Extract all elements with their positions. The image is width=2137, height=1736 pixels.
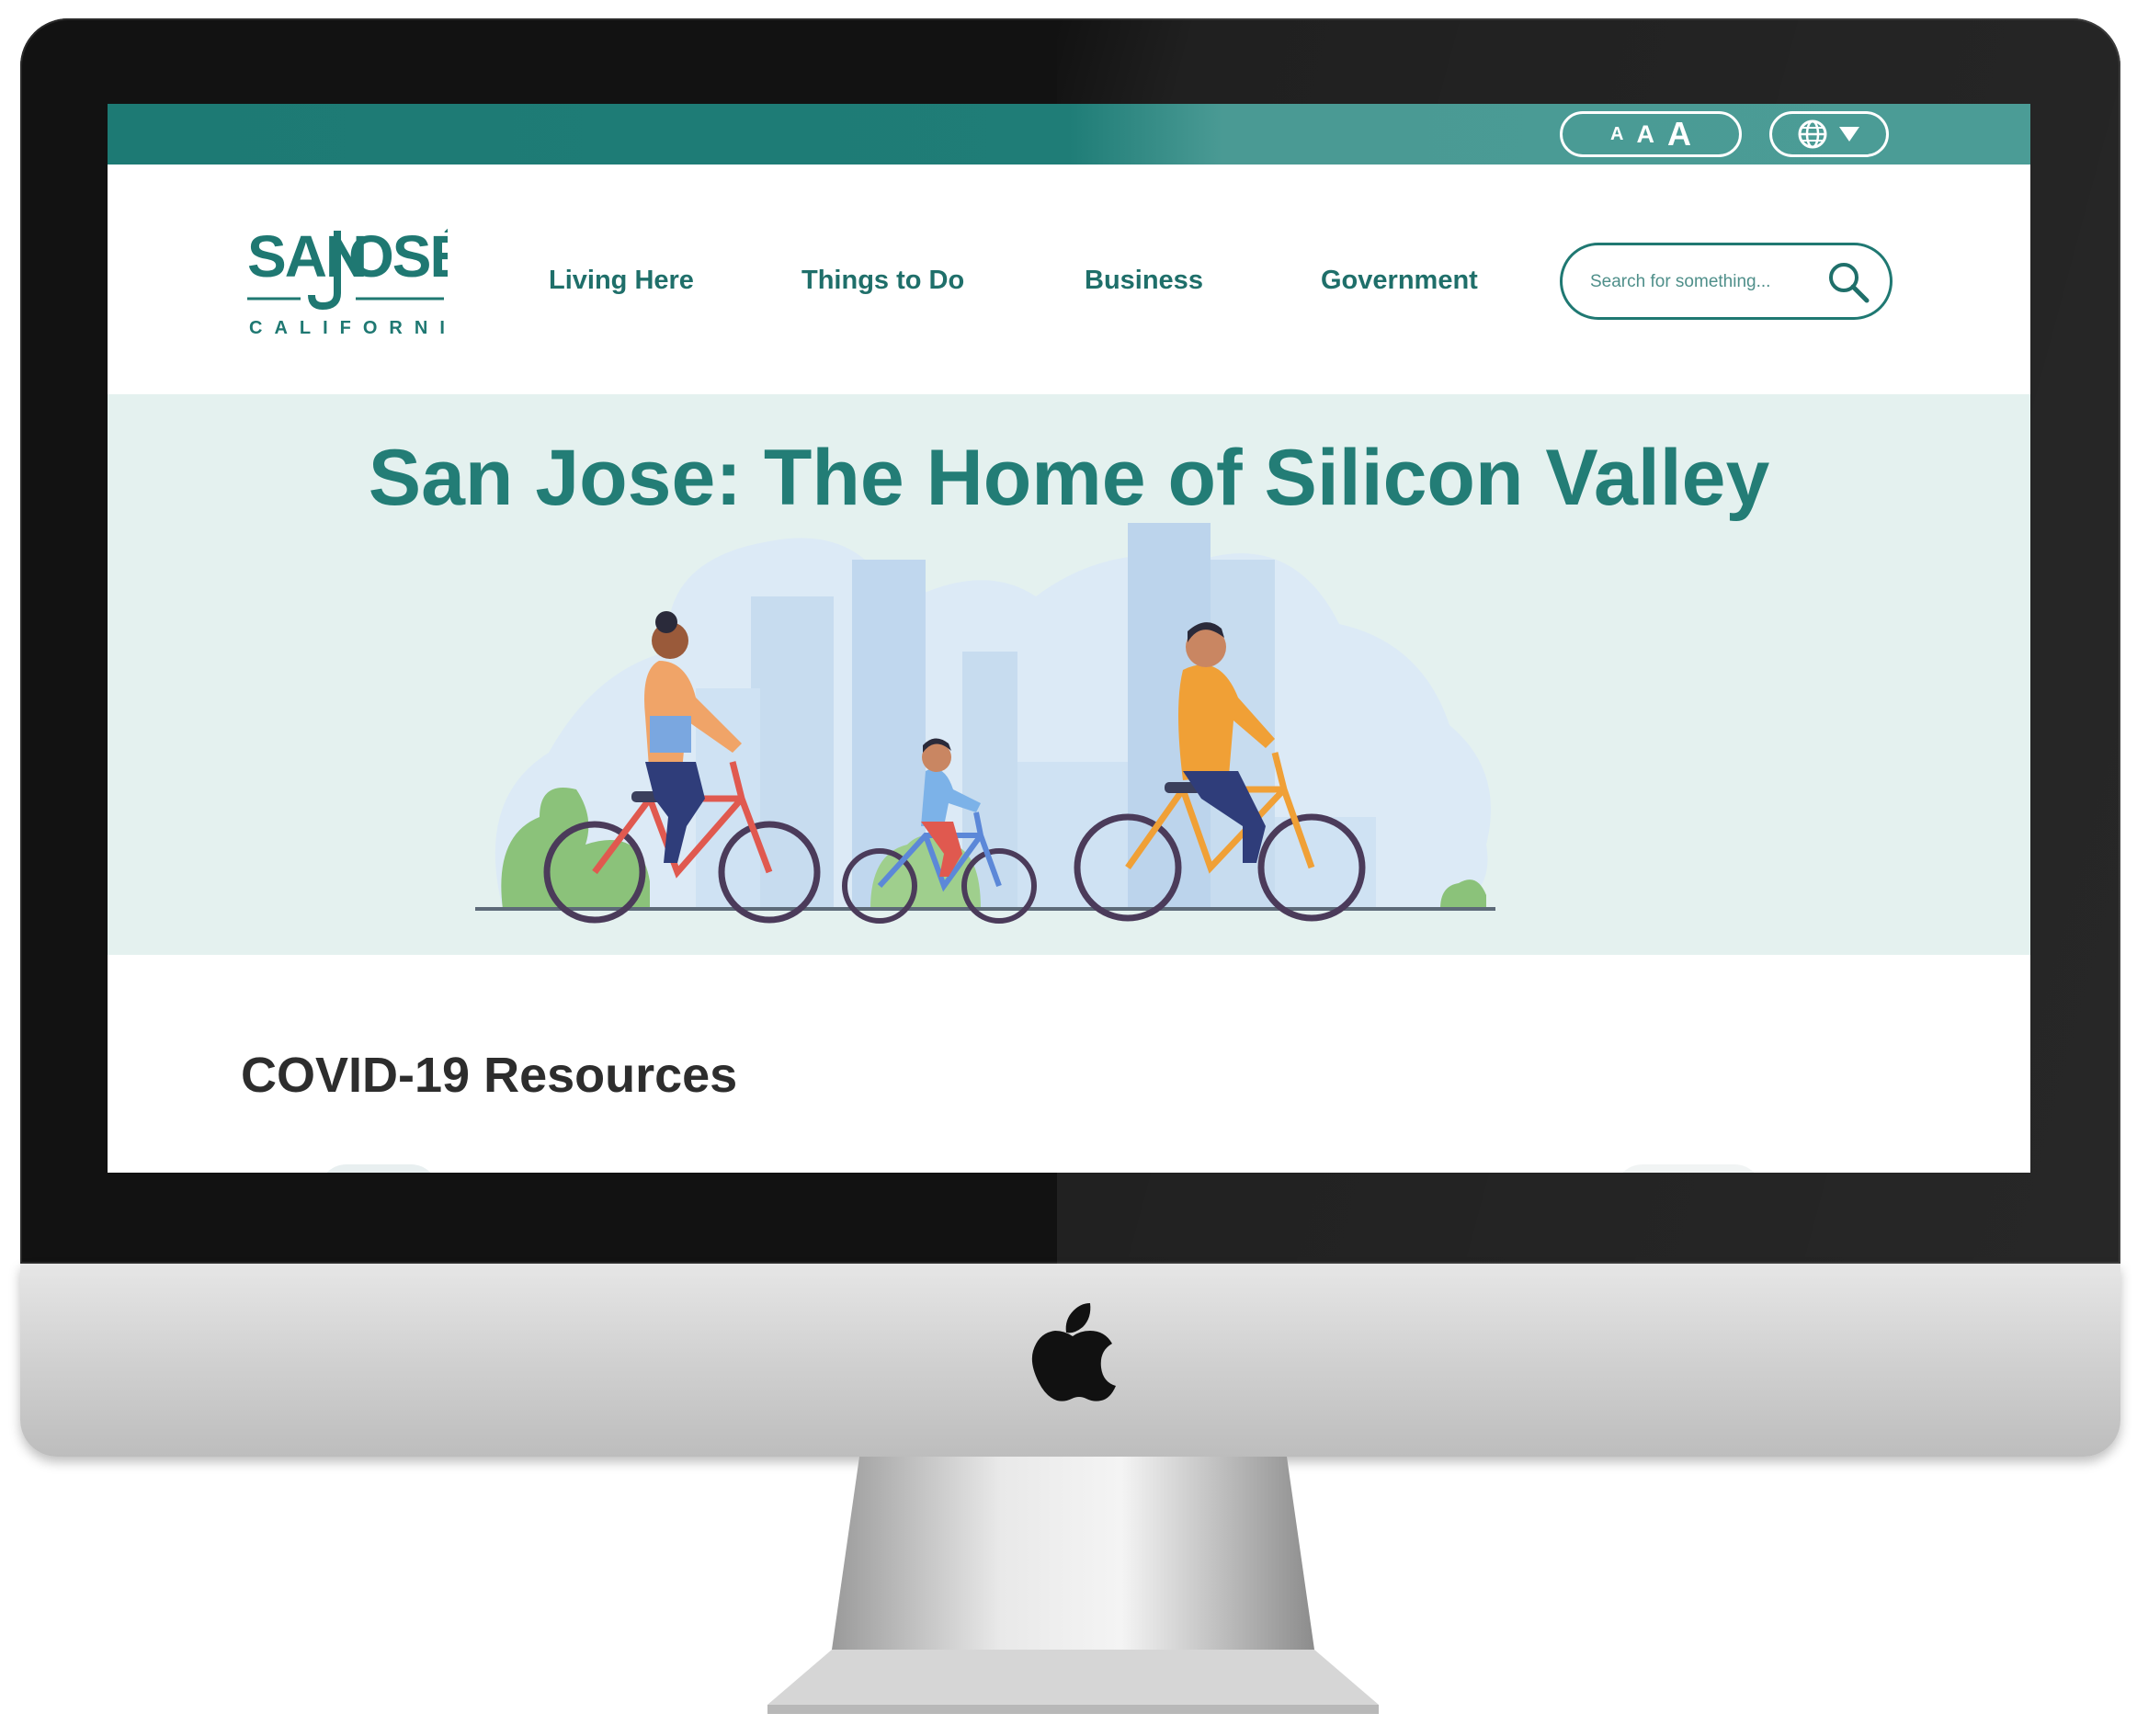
main-navbar: SAN OSÉ CALIFORNIA Living Here Things to… <box>108 165 2030 394</box>
utility-bar: A A A <box>108 104 2030 165</box>
nav-living-here[interactable]: Living Here <box>549 266 694 296</box>
search-bar <box>1560 243 1893 320</box>
search-input[interactable] <box>1588 266 1822 299</box>
triangle-down-icon <box>1839 127 1859 142</box>
nav-things-to-do[interactable]: Things to Do <box>801 266 964 296</box>
svg-text:CALIFORNIA: CALIFORNIA <box>249 318 448 338</box>
resource-card-peek <box>1615 1164 1762 1173</box>
cyclists-illustration <box>475 523 1495 924</box>
text-size-medium-button[interactable]: A <box>1636 120 1654 149</box>
nav-business[interactable]: Business <box>1085 266 1203 296</box>
hero-banner: San Jose: The Home of Silicon Valley <box>108 394 2030 955</box>
monitor-stand <box>767 1457 1379 1714</box>
svg-text:OSÉ: OSÉ <box>348 223 448 289</box>
san-jose-logo[interactable]: SAN OSÉ CALIFORNIA <box>245 205 470 343</box>
magnifier-icon[interactable] <box>1824 258 1872 306</box>
hero-title: San Jose: The Home of Silicon Valley <box>368 434 1770 522</box>
nav-government[interactable]: Government <box>1321 266 1478 296</box>
globe-icon <box>1798 119 1827 149</box>
text-size-control: A A A <box>1560 111 1742 157</box>
text-size-small-button[interactable]: A <box>1610 124 1623 145</box>
language-selector[interactable] <box>1769 111 1889 157</box>
covid-section-title: COVID-19 Resources <box>241 1048 738 1103</box>
covid-section: COVID-19 Resources <box>108 955 2030 1173</box>
resource-card-peek <box>319 1164 438 1173</box>
browser-screen: A A A SAN OSÉ CALI <box>108 104 2030 1173</box>
text-size-large-button[interactable]: A <box>1667 115 1691 153</box>
apple-logo-icon <box>1031 1303 1116 1401</box>
